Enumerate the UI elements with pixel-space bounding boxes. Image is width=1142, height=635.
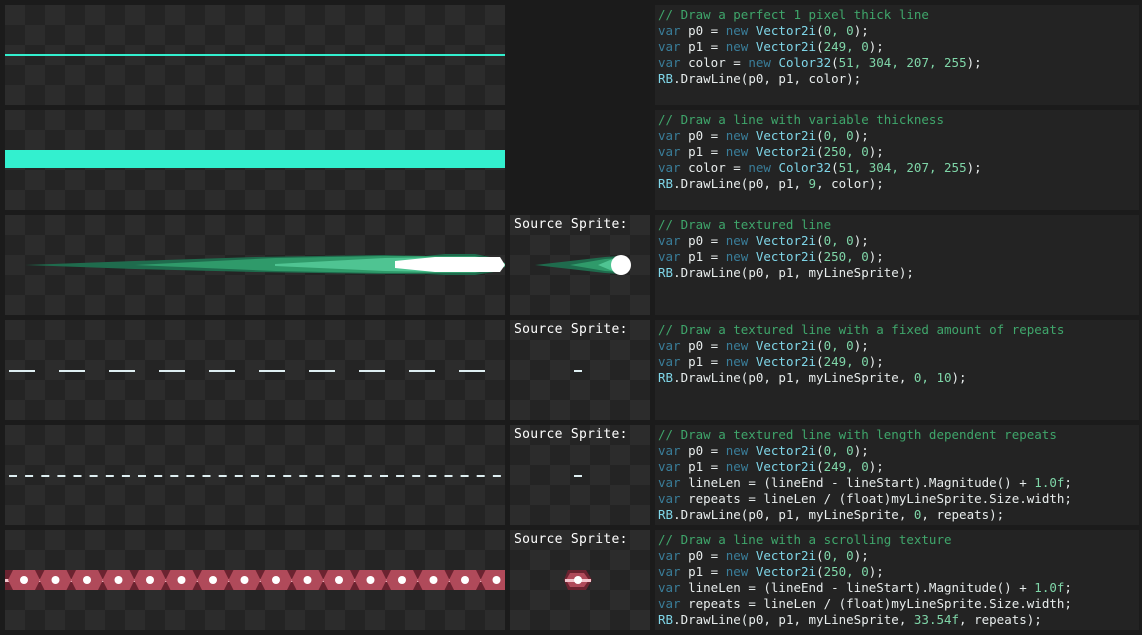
code-line: var p1 = new Vector2i(249, 0); — [658, 354, 884, 369]
sprite-panel: Source Sprite: — [510, 320, 650, 420]
code-line: var repeats = lineLen / (float)myLineSpr… — [658, 491, 1072, 506]
source-sprite-label: Source Sprite: — [514, 427, 628, 442]
code-line: var p1 = new Vector2i(250, 0); — [658, 144, 884, 159]
render-canvas — [5, 215, 505, 315]
scrolling-texture-line — [5, 570, 505, 590]
code-snippet: // Draw a line with a scrolling texture v… — [655, 530, 1139, 630]
code-line: var p0 = new Vector2i(0, 0); — [658, 23, 869, 38]
code-line: RB.DrawLine(p0, p1, 9, color); — [658, 176, 884, 191]
thick-line-graphic — [5, 150, 505, 168]
code-line: // Draw a textured line with a fixed amo… — [658, 322, 1065, 337]
sprite-panel-empty — [510, 110, 650, 210]
code-line: RB.DrawLine(p0, p1, myLineSprite); — [658, 265, 914, 280]
demo-row-textured-line: Source Sprite: // Draw a textured line va… — [0, 215, 1142, 315]
thin-line-graphic — [5, 54, 505, 56]
code-line: var p1 = new Vector2i(250, 0); — [658, 249, 884, 264]
code-line: var lineLen = (lineEnd - lineStart).Magn… — [658, 475, 1072, 490]
code-line: var p0 = new Vector2i(0, 0); — [658, 548, 869, 563]
code-line: var p1 = new Vector2i(250, 0); — [658, 564, 884, 579]
render-canvas — [5, 320, 505, 420]
code-line: // Draw a perfect 1 pixel thick line — [658, 7, 929, 22]
demo-row-fixed-repeats: Source Sprite: // Draw a textured line w… — [0, 320, 1142, 420]
source-sprite-label: Source Sprite: — [514, 322, 628, 337]
code-line: var color = new Color32(51, 304, 207, 25… — [658, 55, 982, 70]
render-canvas — [5, 5, 505, 105]
code-snippet: // Draw a textured line with length depe… — [655, 425, 1139, 525]
code-line: // Draw a textured line with length depe… — [658, 427, 1057, 442]
sprite-panel: Source Sprite: — [510, 215, 650, 315]
code-line: var lineLen = (lineEnd - lineStart).Magn… — [658, 580, 1072, 595]
sprite-panel: Source Sprite: — [510, 530, 650, 630]
code-line: RB.DrawLine(p0, p1, myLineSprite, 33.54f… — [658, 612, 1042, 627]
demo-row-scrolling-texture: Source Sprite: // Draw a line with a scr… — [0, 530, 1142, 630]
code-line: var p1 = new Vector2i(249, 0); — [658, 459, 884, 474]
code-line: var p0 = new Vector2i(0, 0); — [658, 443, 869, 458]
code-line: // Draw a line with a scrolling texture — [658, 532, 952, 547]
code-line: var p1 = new Vector2i(249, 0); — [658, 39, 884, 54]
code-line: var color = new Color32(51, 304, 207, 25… — [658, 160, 982, 175]
source-sprite-label: Source Sprite: — [514, 532, 628, 547]
textured-line-graphic — [25, 254, 505, 275]
code-snippet: // Draw a line with variable thickness va… — [655, 110, 1139, 210]
code-snippet: // Draw a perfect 1 pixel thick line var … — [655, 5, 1139, 105]
code-snippet: // Draw a textured line var p0 = new Vect… — [655, 215, 1139, 315]
demo-row-thick-line: // Draw a line with variable thickness va… — [0, 110, 1142, 210]
render-canvas — [5, 530, 505, 630]
code-line: var p0 = new Vector2i(0, 0); — [658, 128, 869, 143]
code-line: // Draw a textured line — [658, 217, 832, 232]
demo-row-length-repeats: Source Sprite: // Draw a textured line w… — [0, 425, 1142, 525]
source-sprite-label: Source Sprite: — [514, 217, 628, 232]
sprite-panel: Source Sprite: — [510, 425, 650, 525]
code-line: var repeats = lineLen / (float)myLineSpr… — [658, 596, 1072, 611]
code-snippet: // Draw a textured line with a fixed amo… — [655, 320, 1139, 420]
code-line: RB.DrawLine(p0, p1, myLineSprite, 0, 10)… — [658, 370, 967, 385]
sprite-panel-empty — [510, 5, 650, 105]
render-canvas — [5, 110, 505, 210]
code-line: // Draw a line with variable thickness — [658, 112, 944, 127]
length-repeat-dashes — [9, 475, 501, 477]
code-line: RB.DrawLine(p0, p1, color); — [658, 71, 862, 86]
demo-row-thin-line: // Draw a perfect 1 pixel thick line var … — [0, 5, 1142, 105]
fixed-repeat-dashes — [9, 370, 485, 372]
code-line: var p0 = new Vector2i(0, 0); — [658, 233, 869, 248]
code-line: var p0 = new Vector2i(0, 0); — [658, 338, 869, 353]
render-canvas — [5, 425, 505, 525]
code-line: RB.DrawLine(p0, p1, myLineSprite, 0, rep… — [658, 507, 1005, 522]
